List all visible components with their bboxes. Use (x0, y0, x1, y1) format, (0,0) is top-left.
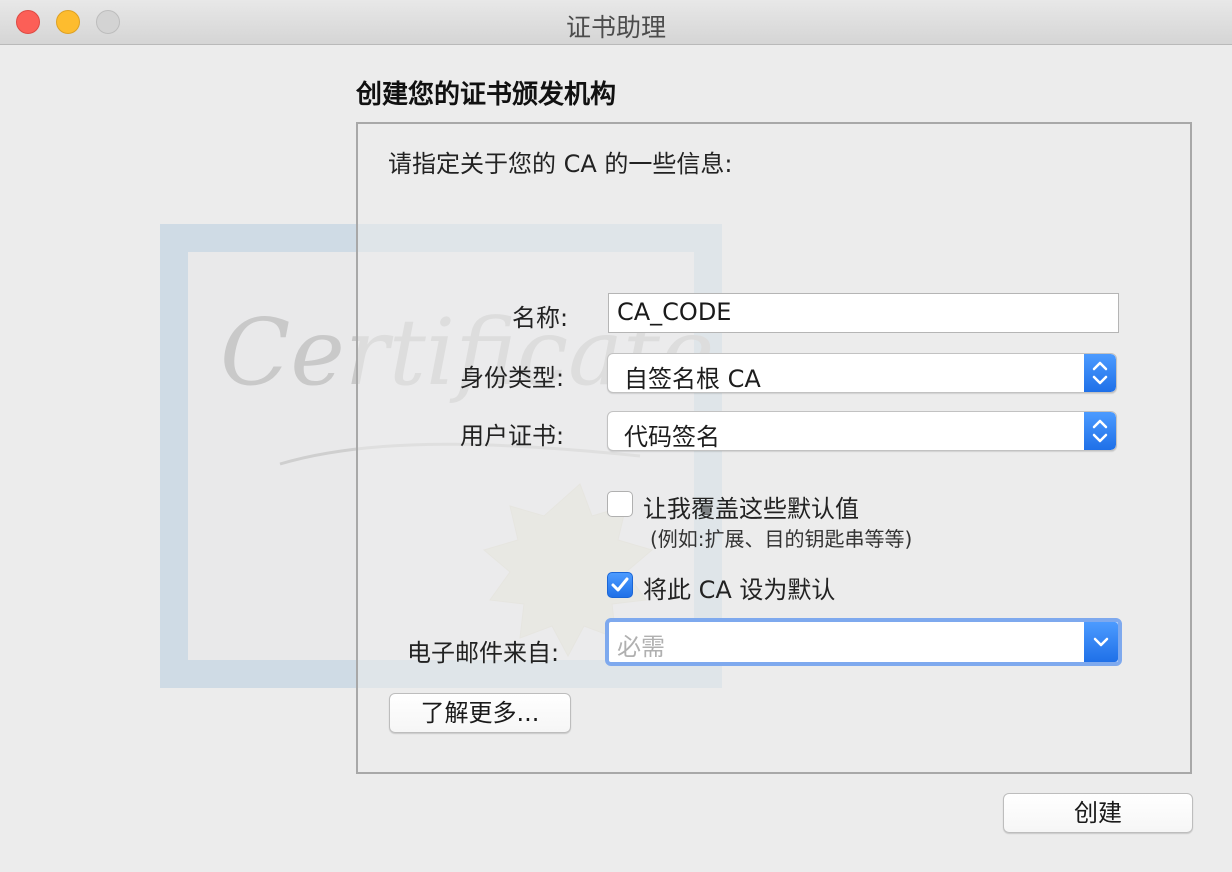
page-heading: 创建您的证书颁发机构 (356, 80, 617, 110)
up-down-arrows-icon (1084, 354, 1116, 392)
up-down-arrows-icon (1084, 412, 1116, 450)
name-label: 名称: (512, 304, 569, 332)
identity-type-select[interactable]: 自签名根 CA (607, 353, 1117, 393)
override-defaults-hint: (例如:扩展、目的钥匙串等等) (650, 527, 913, 551)
user-certificate-value: 代码签名 (624, 423, 720, 451)
identity-type-label: 身份类型: (460, 364, 565, 392)
window-title: 证书助理 (565, 13, 666, 42)
learn-more-button[interactable]: 了解更多... (389, 693, 571, 733)
title-bar: 证书助理 (0, 0, 1232, 45)
identity-type-value: 自签名根 CA (624, 365, 761, 393)
checkmark-icon (611, 577, 629, 592)
intro-text: 请指定关于您的 CA 的一些信息: (388, 150, 733, 178)
default-ca-label[interactable]: 将此 CA 设为默认 (643, 570, 835, 605)
email-from-combobox[interactable]: 必需 (605, 618, 1122, 666)
user-certificate-label: 用户证书: (460, 422, 565, 450)
user-certificate-select[interactable]: 代码签名 (607, 411, 1117, 451)
email-from-input[interactable]: 必需 (611, 624, 1082, 661)
chevron-down-icon[interactable] (1084, 622, 1118, 662)
name-input[interactable]: CA_CODE (608, 293, 1119, 333)
email-from-label: 电子邮件来自: (407, 639, 560, 667)
default-ca-checkbox[interactable] (607, 572, 633, 598)
override-defaults-label[interactable]: 让我覆盖这些默认值 (643, 489, 859, 524)
certificate-assistant-window: 证书助理 创建您的证书颁发机构 Certificate 请指定关于您的 CA 的… (0, 0, 1232, 872)
override-defaults-checkbox[interactable] (607, 491, 633, 517)
create-button[interactable]: 创建 (1003, 793, 1193, 833)
